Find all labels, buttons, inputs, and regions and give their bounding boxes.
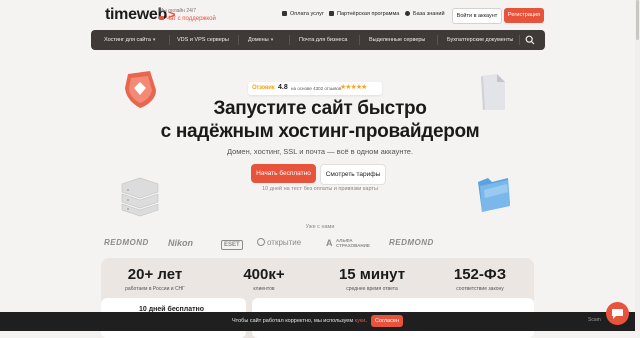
rating-basis: на основе 4302 отзывов bbox=[291, 86, 342, 91]
nav-item-label: Бухгалтерские документы bbox=[447, 37, 514, 43]
hero-title-line1: Запустите сайт быстро bbox=[213, 98, 427, 119]
stat-value: 15 минут bbox=[338, 266, 406, 283]
nav-item-dedicated[interactable]: Выделенные серверы bbox=[369, 30, 425, 50]
chat-widget-button[interactable] bbox=[606, 302, 629, 325]
nav-divider bbox=[169, 35, 170, 45]
alfa-a-icon: A bbox=[326, 238, 333, 248]
chat-bubble-icon bbox=[612, 309, 623, 319]
folder-icon bbox=[478, 178, 510, 212]
otzovik-logo: Отзовик bbox=[252, 85, 275, 91]
stat-value: 400к+ bbox=[243, 266, 285, 283]
handshake-icon bbox=[329, 11, 334, 16]
stat-value: 20+ лет bbox=[127, 266, 183, 283]
knowledge-base-label: База знаний bbox=[413, 11, 445, 17]
chat-icon bbox=[159, 16, 164, 20]
redmond-logo: REDMOND bbox=[104, 238, 149, 247]
nav-item-label: Выделенные серверы bbox=[369, 37, 426, 43]
logo-text: timeweb bbox=[105, 6, 167, 23]
cookie-accept-button[interactable]: Согласен bbox=[371, 315, 403, 327]
stat-label: среднее время ответа bbox=[346, 286, 398, 292]
register-button[interactable]: Регистрация bbox=[504, 8, 544, 23]
nav-item-domains[interactable]: Домены ▾ bbox=[248, 30, 273, 50]
nav-divider bbox=[289, 35, 290, 45]
nav-item-vds[interactable]: VDS и VPS серверы bbox=[177, 30, 229, 50]
chevron-down-icon: ▾ bbox=[152, 37, 156, 43]
search-icon[interactable] bbox=[525, 35, 535, 45]
alfa-logo-text: АЛЬФА СТРАХОВАНИЕ bbox=[336, 238, 370, 248]
view-tariffs-button[interactable]: Смотреть тарифы bbox=[320, 164, 386, 185]
nav-item-label: Домены bbox=[248, 37, 269, 43]
otkritie-logo-text: открытие bbox=[267, 238, 302, 247]
payment-link-label: Оплата услуг bbox=[290, 11, 324, 17]
server-icon bbox=[121, 177, 159, 217]
stat-years: 20+ лет работаем в России и СНГ bbox=[105, 266, 205, 292]
hero-subtitle: Домен, хостинг, SSL и почта — всё в одно… bbox=[226, 147, 414, 156]
rating-score: 4.8 bbox=[278, 84, 288, 91]
nav-item-label: Хостинг для сайта bbox=[104, 37, 151, 43]
support-block: Мы онлайн 24/7 Чат с поддержкой bbox=[159, 7, 216, 23]
chevron-down-icon: ▾ bbox=[270, 37, 274, 43]
scrollbar[interactable] bbox=[635, 0, 640, 331]
nav-divider bbox=[238, 35, 239, 45]
start-free-button[interactable]: Начать бесплатно bbox=[251, 164, 316, 183]
nav-item-mail[interactable]: Почта для бизнеса bbox=[299, 30, 347, 50]
wallet-icon bbox=[282, 11, 287, 16]
nav-item-accounting[interactable]: Бухгалтерские документы bbox=[447, 30, 513, 50]
nav-divider bbox=[519, 35, 520, 45]
scam-watermark: Scam bbox=[588, 317, 601, 323]
otkritie-circle-icon bbox=[257, 238, 265, 246]
stat-value: 152-ФЗ bbox=[453, 266, 507, 283]
nav-divider bbox=[437, 35, 438, 45]
nikon-logo: Nikon bbox=[168, 238, 194, 248]
rating-badge[interactable]: Отзовик 4.8 на основе 4302 отзывов ★★★★★ bbox=[248, 82, 382, 95]
cookie-message: Чтобы сайт работал корректно, мы использ… bbox=[232, 318, 367, 324]
hero-title-line2: с надёжным хостинг-провайдером bbox=[160, 121, 480, 142]
bulb-icon bbox=[405, 11, 410, 16]
cookie-text-end: . bbox=[365, 318, 367, 324]
cookie-text: Чтобы сайт работал корректно, мы использ… bbox=[232, 318, 355, 324]
nav-divider bbox=[359, 35, 360, 45]
stat-clients: 400к+ клиентов bbox=[214, 266, 314, 292]
knowledge-base-link[interactable]: База знаний bbox=[405, 11, 445, 17]
top-bar: timeweb> Мы онлайн 24/7 Чат с поддержкой… bbox=[0, 0, 640, 30]
stat-label: соответствие закону bbox=[456, 286, 504, 292]
nav-item-label: VDS и VPS серверы bbox=[177, 37, 229, 43]
partner-link[interactable]: Партнёрская программа bbox=[329, 11, 399, 17]
partner-link-label: Партнёрская программа bbox=[337, 11, 400, 17]
cookie-link[interactable]: куки bbox=[355, 318, 366, 324]
star-rating-icon: ★★★★★ bbox=[340, 84, 367, 91]
support-hours: Мы онлайн 24/7 bbox=[159, 8, 197, 14]
payment-link[interactable]: Оплата услуг bbox=[282, 11, 324, 17]
stat-label: клиентов bbox=[253, 286, 275, 292]
cookie-banner: Чтобы сайт работал корректно, мы использ… bbox=[0, 312, 640, 331]
scrollbar-thumb[interactable] bbox=[636, 0, 639, 40]
stat-law: 152-ФЗ соответствие закону bbox=[430, 266, 530, 292]
trial-note: 10 дней на тест без оплаты и привязки ка… bbox=[262, 186, 378, 192]
otkritie-logo: открытие bbox=[257, 238, 301, 250]
login-button[interactable]: Войти в аккаунт bbox=[452, 8, 502, 24]
stat-response: 15 минут среднее время ответа bbox=[322, 266, 422, 292]
alfa-logo: A АЛЬФА СТРАХОВАНИЕ bbox=[326, 238, 374, 250]
support-chat-link[interactable]: Чат с поддержкой bbox=[159, 15, 216, 23]
support-chat-label: Чат с поддержкой bbox=[166, 16, 216, 22]
nav-item-hosting[interactable]: Хостинг для сайта ▾ bbox=[104, 30, 155, 50]
redmond-logo-2: REDMOND bbox=[389, 238, 434, 247]
nav-item-label: Почта для бизнеса bbox=[299, 37, 348, 43]
trust-label: Уже с нами bbox=[305, 224, 335, 230]
main-nav: Хостинг для сайта ▾ VDS и VPS серверы Дом… bbox=[91, 30, 545, 50]
eset-logo: ESET bbox=[221, 240, 243, 250]
stat-label: работаем в России и СНГ bbox=[125, 286, 185, 292]
